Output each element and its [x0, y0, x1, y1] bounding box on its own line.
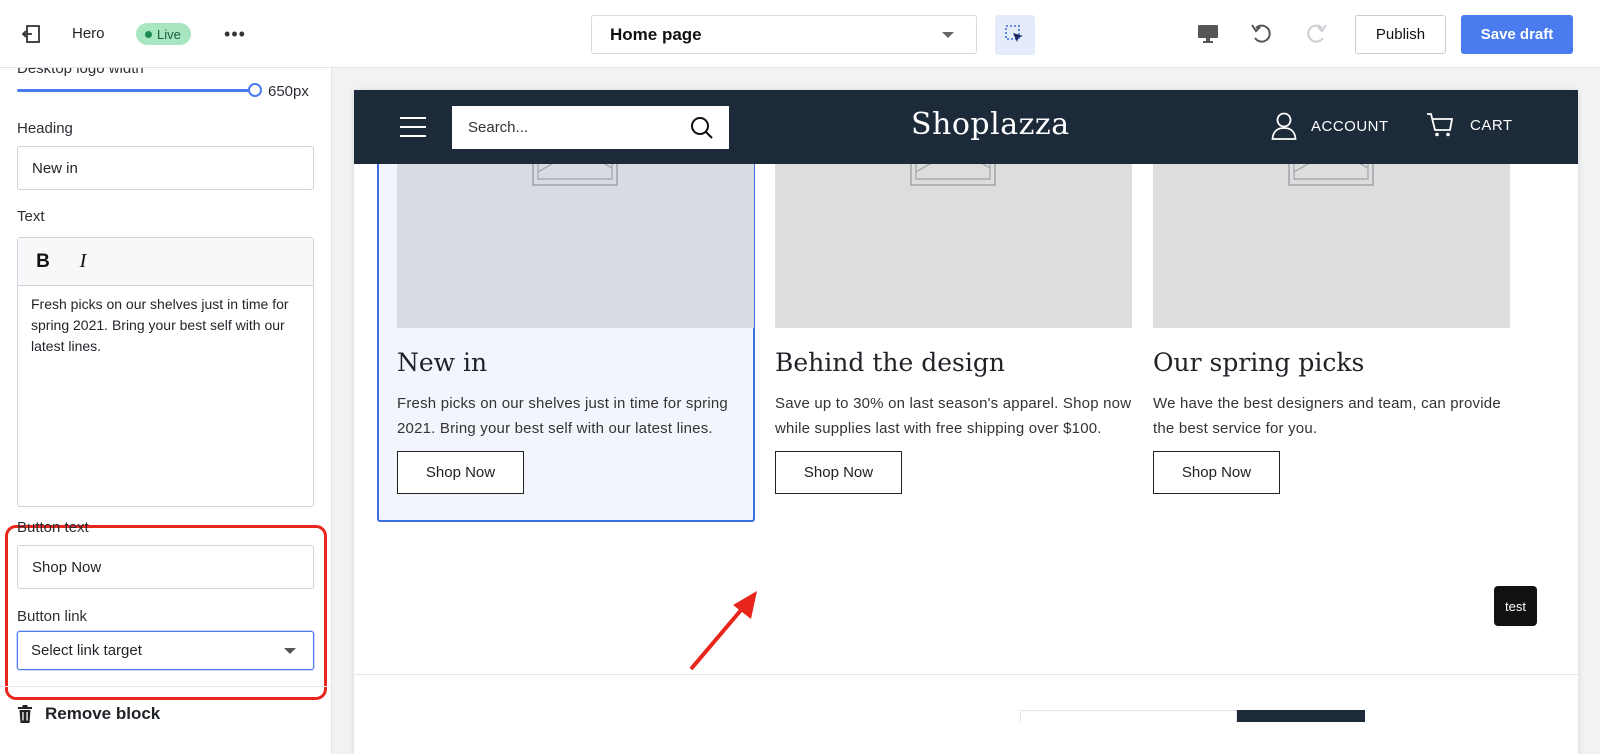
shop-now-button[interactable]: Shop Now	[397, 451, 524, 494]
bold-button[interactable]: B	[32, 249, 54, 275]
editor-toolbar: B I	[18, 238, 313, 286]
status-badge-label: Live	[157, 26, 181, 42]
button-link-select[interactable]: Select link target	[17, 631, 314, 670]
page-select[interactable]: Home page	[591, 15, 977, 54]
caret-down-icon	[942, 32, 954, 38]
account-link[interactable]: ACCOUNT	[1271, 112, 1389, 140]
button-text-label: Button text	[17, 519, 89, 536]
button-text-input[interactable]: Shop Now	[17, 545, 314, 589]
button-link-label: Button link	[17, 608, 88, 625]
next-section-element-dark	[1237, 710, 1365, 722]
inspect-icon[interactable]	[995, 15, 1035, 55]
divider	[0, 686, 331, 687]
save-draft-button[interactable]: Save draft	[1461, 15, 1573, 54]
search-icon[interactable]	[690, 116, 714, 140]
card-text: Save up to 30% on last season's apparel.…	[775, 395, 1132, 437]
image-placeholder-icon	[532, 164, 618, 186]
card-title: New in	[397, 348, 488, 377]
next-section-element	[1020, 710, 1237, 722]
publish-button[interactable]: Publish	[1355, 15, 1446, 54]
more-icon[interactable]: •••	[222, 24, 248, 44]
live-dot-icon	[145, 30, 152, 38]
remove-block-label: Remove block	[45, 704, 161, 723]
store-logo[interactable]: Shoplazza	[911, 107, 1070, 142]
text-label: Text	[17, 208, 45, 225]
image-placeholder-icon	[910, 164, 996, 186]
store-search-input[interactable]: Search...	[452, 106, 729, 149]
card-new-in[interactable]: New in Fresh picks on our shelves just i…	[397, 164, 754, 494]
logo-width-slider-thumb[interactable]	[248, 83, 262, 97]
redo-icon[interactable]	[1302, 20, 1330, 48]
annotation-arrow-icon	[689, 591, 757, 671]
remove-block-button[interactable]: Remove block	[17, 699, 160, 729]
card-our-spring-picks[interactable]: Our spring picks We have the best design…	[1153, 164, 1510, 494]
image-placeholder-icon	[1288, 164, 1374, 186]
card-behind-the-design[interactable]: Behind the design Save up to 30% on last…	[775, 164, 1132, 494]
logo-width-slider-track[interactable]	[17, 89, 253, 92]
trash-icon	[18, 705, 32, 723]
exit-icon[interactable]	[20, 22, 44, 46]
text-editor-content[interactable]: Fresh picks on our shelves just in time …	[18, 286, 313, 365]
store-search-placeholder: Search...	[468, 119, 529, 136]
caret-down-icon	[284, 648, 296, 654]
cart-label: CART	[1470, 116, 1513, 134]
undo-icon[interactable]	[1248, 20, 1276, 48]
store-header: Search... Shoplazza ACCOUNT CART	[354, 90, 1578, 164]
menu-icon[interactable]	[400, 117, 426, 137]
settings-panel: Desktop logo width 650px Heading New in …	[0, 68, 332, 754]
shop-now-button[interactable]: Shop Now	[1153, 451, 1280, 494]
shop-now-button[interactable]: Shop Now	[775, 451, 902, 494]
account-label: ACCOUNT	[1311, 117, 1389, 135]
cart-link[interactable]: CART	[1426, 112, 1513, 138]
top-bar: Hero Live ••• Home page Publish Save dra…	[0, 0, 1600, 68]
preview-canvas: New in Fresh picks on our shelves just i…	[332, 68, 1600, 754]
card-image-placeholder	[397, 164, 754, 328]
status-badge: Live	[136, 23, 191, 45]
desktop-icon[interactable]	[1194, 20, 1222, 48]
heading-label: Heading	[17, 120, 73, 137]
text-editor[interactable]: B I Fresh picks on our shelves just in t…	[17, 237, 314, 507]
card-text: We have the best designers and team, can…	[1153, 395, 1501, 437]
button-link-value: Select link target	[31, 642, 142, 659]
card-image-placeholder	[1153, 164, 1510, 328]
card-title: Behind the design	[775, 348, 1005, 377]
cart-icon	[1427, 113, 1454, 137]
card-text: Fresh picks on our shelves just in time …	[397, 395, 728, 437]
test-badge[interactable]: test	[1494, 586, 1537, 626]
card-title: Our spring picks	[1153, 348, 1365, 377]
card-image-placeholder	[775, 164, 1132, 328]
logo-width-value: 650px	[268, 83, 309, 100]
section-title: Hero	[72, 25, 105, 42]
store-preview: New in Fresh picks on our shelves just i…	[354, 90, 1578, 754]
heading-input[interactable]: New in	[17, 146, 314, 190]
logo-width-label: Desktop logo width	[17, 68, 144, 77]
italic-button[interactable]: I	[72, 249, 94, 275]
section-divider	[354, 674, 1578, 675]
page-select-value: Home page	[610, 24, 702, 44]
account-icon	[1271, 112, 1297, 140]
